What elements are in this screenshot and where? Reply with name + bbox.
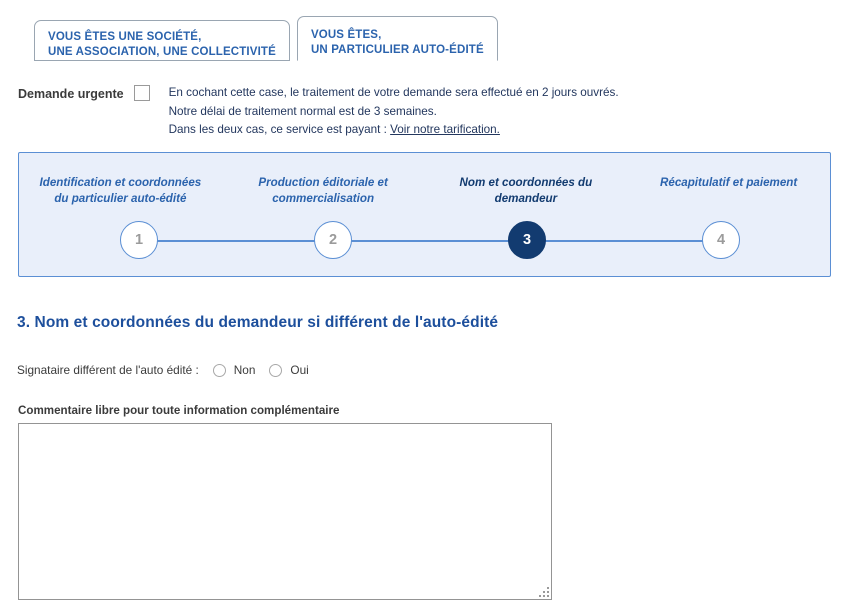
urgent-description-line1: En cochant cette case, le traitement de … <box>168 86 619 99</box>
progress-stepper-panel: Identification et coordonnées du particu… <box>18 152 831 277</box>
stepper-connector-1-2 <box>139 240 333 242</box>
tab-particulier-line2: UN PARTICULIER AUTO-ÉDITÉ <box>310 43 484 56</box>
stepper-circle-1[interactable]: 1 <box>120 221 158 259</box>
stepper-circle-4[interactable]: 4 <box>702 221 740 259</box>
stepper-step-3-label: Nom et coordonnées du demandeur <box>459 176 593 205</box>
signatory-option-oui-label: Oui <box>290 363 309 377</box>
stepper-step-1-label: Identification et coordonnées du particu… <box>39 176 202 205</box>
comment-field-label: Commentaire libre pour toute information… <box>18 404 340 417</box>
radio-oui-icon <box>269 363 283 377</box>
urgent-description-line3: Dans les deux cas, ce service est payant… <box>169 121 619 140</box>
tab-societe-association-collectivite[interactable]: VOUS ÊTES UNE SOCIÉTÉ, UNE ASSOCIATION, … <box>34 20 290 61</box>
page-title: 3. Nom et coordonnées du demandeur si di… <box>17 314 499 331</box>
urgent-description-line2: Notre délai de traitement normal est de … <box>168 104 437 118</box>
stepper-connector-3-4 <box>527 240 721 242</box>
signatory-question-label: Signataire différent de l'auto édité : <box>17 363 199 377</box>
tab-particulier-line1: VOUS ÊTES, <box>310 29 382 41</box>
urgent-description-line3-prefix: Dans les deux cas, ce service est payant… <box>168 123 391 136</box>
signatory-option-oui[interactable]: Oui <box>269 363 309 377</box>
comment-textarea[interactable] <box>18 423 552 600</box>
stepper-connector-2-3 <box>333 240 527 242</box>
urgent-request-row: Demande urgente En cochant cette case, l… <box>18 84 619 140</box>
comment-field-wrapper <box>18 423 552 600</box>
tab-societe-line2: UNE ASSOCIATION, UNE COLLECTIVITÉ <box>48 45 276 58</box>
stepper-step-2-label: Production éditoriale et commercialisati… <box>258 176 388 205</box>
urgent-request-label: Demande urgente <box>18 87 124 101</box>
tab-societe-line1: VOUS ÊTES UNE SOCIÉTÉ, <box>48 31 202 43</box>
radio-non-icon <box>212 363 226 377</box>
signatory-option-non[interactable]: Non <box>212 363 256 377</box>
tab-particulier-auto-edite[interactable]: VOUS ÊTES, UN PARTICULIER AUTO-ÉDITÉ <box>296 16 498 61</box>
stepper-track: 1 2 3 4 <box>19 221 832 261</box>
account-type-tabs: VOUS ÊTES UNE SOCIÉTÉ, UNE ASSOCIATION, … <box>34 16 498 61</box>
stepper-circle-2[interactable]: 2 <box>314 221 352 259</box>
urgent-request-description: En cochant cette case, le traitement de … <box>169 84 619 140</box>
tarification-link[interactable]: Voir notre tarification. <box>390 123 500 136</box>
stepper-step-4-label: Récapitulatif et paiement <box>660 176 798 189</box>
signatory-option-non-label: Non <box>233 363 256 377</box>
stepper-circle-3[interactable]: 3 <box>508 221 546 259</box>
signatory-radio-row: Signataire différent de l'auto édité : N… <box>17 363 309 377</box>
urgent-request-checkbox[interactable] <box>133 85 150 101</box>
